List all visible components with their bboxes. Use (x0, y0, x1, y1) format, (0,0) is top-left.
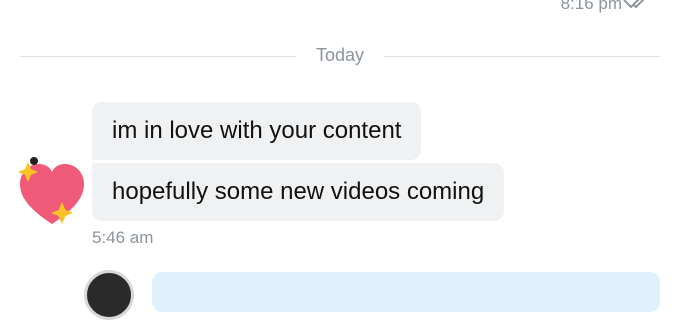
double-check-icon (623, 0, 645, 9)
avatar[interactable] (84, 270, 134, 320)
divider-line-right (384, 56, 660, 57)
date-divider: Today (20, 44, 660, 68)
previous-message-time: 8:16 pm (560, 0, 622, 13)
outgoing-message-bubble[interactable] (152, 272, 660, 312)
sparkling-heart-icon[interactable] (14, 156, 90, 232)
message-bubble[interactable]: hopefully some new videos coming (92, 163, 505, 221)
message-bubble[interactable]: im in love with your content (92, 102, 422, 160)
message-time: 5:46 am (92, 228, 154, 247)
